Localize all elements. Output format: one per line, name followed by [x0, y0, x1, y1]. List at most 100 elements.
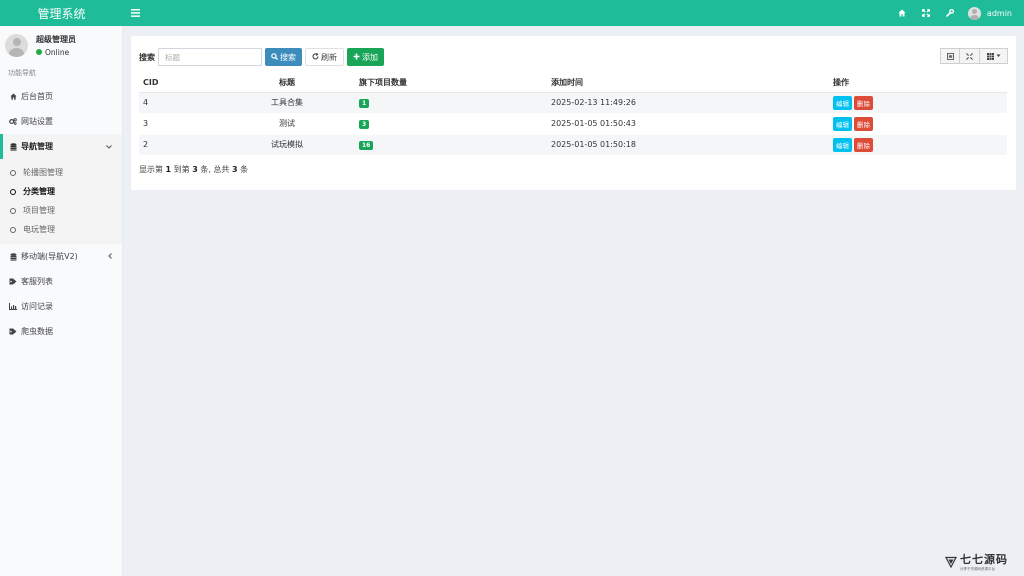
- edit-button[interactable]: 编辑: [833, 116, 852, 131]
- sidebar-item-label: 网站设置: [21, 117, 53, 126]
- table-header-row: CID 标题 旗下项目数量 添加时间 操作: [139, 74, 1007, 93]
- column-header-time[interactable]: 添加时间: [547, 74, 829, 93]
- chevron-left-icon: [108, 252, 112, 261]
- cell-time: 2025-01-05 01:50:43: [547, 113, 829, 135]
- delete-button[interactable]: 删除: [854, 137, 873, 152]
- circle-icon: [10, 226, 16, 233]
- online-dot-icon: [36, 49, 42, 55]
- sidebar-item-mobile-nav[interactable]: 移动端(导航V2): [0, 244, 122, 269]
- sidebar-item-visit-log[interactable]: 访问记录: [0, 294, 122, 319]
- chevron-down-icon: [106, 143, 112, 151]
- sidebar: 超级管理员 Online 功能导航 后台首页 网站设置 导航管理 轮播图管理 分…: [0, 26, 123, 576]
- caret-down-icon: [996, 54, 1000, 57]
- cogs-icon: [8, 118, 18, 125]
- delete-button[interactable]: 删除: [854, 95, 873, 110]
- status-text: Online: [45, 47, 70, 57]
- header-right-menu: admin: [890, 0, 1016, 26]
- user-menu[interactable]: admin: [962, 0, 1016, 26]
- sidebar-item-label: 后台首页: [21, 92, 53, 101]
- edit-button[interactable]: 编辑: [833, 95, 852, 110]
- toggle-view-button[interactable]: [940, 48, 960, 64]
- cell-title: 试玩模拟: [215, 134, 355, 156]
- sidebar-item-customer-service[interactable]: 客服列表: [0, 269, 122, 294]
- top-header: 管理系统 admin: [0, 0, 1024, 26]
- fullscreen-icon: [966, 52, 973, 60]
- home-icon: [8, 93, 18, 100]
- cell-title: 测试: [215, 113, 355, 135]
- table-tools: [940, 48, 1008, 64]
- data-table: CID 标题 旗下项目数量 添加时间 操作 4 工具合集 1 2025-02-1…: [139, 74, 1007, 156]
- search-input[interactable]: [158, 48, 262, 66]
- list-icon: [946, 52, 954, 60]
- sidebar-subitem-project[interactable]: 项目管理: [0, 201, 122, 220]
- cell-cid: 4: [139, 92, 215, 114]
- cell-time: 2025-01-05 01:50:18: [547, 134, 829, 156]
- table-row: 4 工具合集 1 2025-02-13 11:49:26 编辑 删除: [139, 92, 1007, 114]
- table-row: 3 测试 3 2025-01-05 01:50:43 编辑 删除: [139, 113, 1007, 135]
- circle-icon: [10, 188, 16, 195]
- main-panel: 搜索 搜索 刷新 添加: [131, 36, 1016, 190]
- sidebar-item-label: 移动端(导航V2): [21, 252, 78, 261]
- username-label: admin: [986, 8, 1012, 18]
- circle-icon: [10, 207, 16, 214]
- sidebar-subitem-carousel[interactable]: 轮播图管理: [0, 163, 122, 182]
- table-row: 2 试玩模拟 16 2025-01-05 01:50:18 编辑 删除: [139, 134, 1007, 156]
- avatar: [5, 33, 28, 57]
- column-header-cid[interactable]: CID: [139, 74, 215, 93]
- watermark-title: 七七源码: [960, 553, 1008, 566]
- sidebar-item-crawler-data[interactable]: 爬虫数据: [0, 319, 122, 344]
- search-label: 搜索: [139, 52, 155, 62]
- sidebar-item-label: 客服列表: [21, 277, 53, 286]
- plus-icon: [353, 53, 360, 62]
- sidebar-subitem-category[interactable]: 分类管理: [0, 182, 122, 201]
- tags-icon: [8, 328, 18, 335]
- wrench-icon: [946, 9, 954, 17]
- watermark-logo: 七七源码 分享干货源码资源平台: [945, 551, 1008, 572]
- user-name: 超级管理员: [36, 34, 76, 44]
- nav-submenu: 轮播图管理 分类管理 项目管理 电玩管理: [0, 159, 122, 244]
- cell-title: 工具合集: [215, 92, 355, 114]
- circle-icon: [10, 169, 16, 176]
- delete-button[interactable]: 删除: [854, 116, 873, 131]
- tags-icon: [8, 278, 18, 285]
- avatar: [967, 6, 981, 20]
- count-badge: 1: [359, 98, 370, 108]
- column-header-count[interactable]: 旗下项目数量: [355, 74, 547, 93]
- fullscreen-icon: [921, 9, 930, 17]
- bar-chart-icon: [8, 303, 18, 310]
- columns-dropdown-button[interactable]: [980, 48, 1008, 64]
- database-icon: [8, 252, 18, 261]
- sidebar-item-label: 爬虫数据: [21, 327, 53, 336]
- settings-button[interactable]: [938, 0, 962, 26]
- sidebar-item-label: 导航管理: [21, 142, 53, 151]
- fullscreen-button[interactable]: [914, 0, 938, 26]
- home-button[interactable]: [890, 0, 914, 26]
- grid-icon: [986, 52, 994, 60]
- count-badge: 3: [359, 119, 370, 129]
- sidebar-toggle-button[interactable]: [124, 0, 146, 26]
- refresh-button[interactable]: 刷新: [305, 48, 344, 66]
- toolbar: 搜索 搜索 刷新 添加: [139, 48, 384, 66]
- watermark-subtitle: 分享干货源码资源平台: [960, 567, 995, 571]
- edit-button[interactable]: 编辑: [833, 137, 852, 152]
- search-button[interactable]: 搜索: [265, 48, 302, 66]
- nav-header: 功能导航: [8, 69, 36, 77]
- add-button[interactable]: 添加: [347, 48, 384, 66]
- sidebar-subitem-arcade[interactable]: 电玩管理: [0, 220, 122, 239]
- refresh-icon: [312, 52, 319, 62]
- pagination-info: 显示第 1 到第 3 条, 总共 3 条: [139, 165, 249, 174]
- sidebar-item-site-settings[interactable]: 网站设置: [0, 109, 122, 134]
- database-icon: [8, 142, 18, 151]
- sidebar-item-nav-management[interactable]: 导航管理: [0, 134, 122, 159]
- fullscreen-table-button[interactable]: [960, 48, 980, 64]
- cell-time: 2025-02-13 11:49:26: [547, 92, 829, 114]
- sidebar-item-dashboard[interactable]: 后台首页: [0, 84, 122, 109]
- app-logo[interactable]: 管理系统: [0, 0, 123, 26]
- user-panel: 超级管理员 Online: [0, 26, 122, 64]
- search-icon: [271, 52, 278, 62]
- column-header-title[interactable]: 标题: [215, 74, 355, 93]
- sidebar-item-label: 访问记录: [21, 302, 53, 311]
- cell-cid: 3: [139, 113, 215, 135]
- column-header-actions: 操作: [829, 74, 1007, 93]
- home-icon: [898, 9, 906, 17]
